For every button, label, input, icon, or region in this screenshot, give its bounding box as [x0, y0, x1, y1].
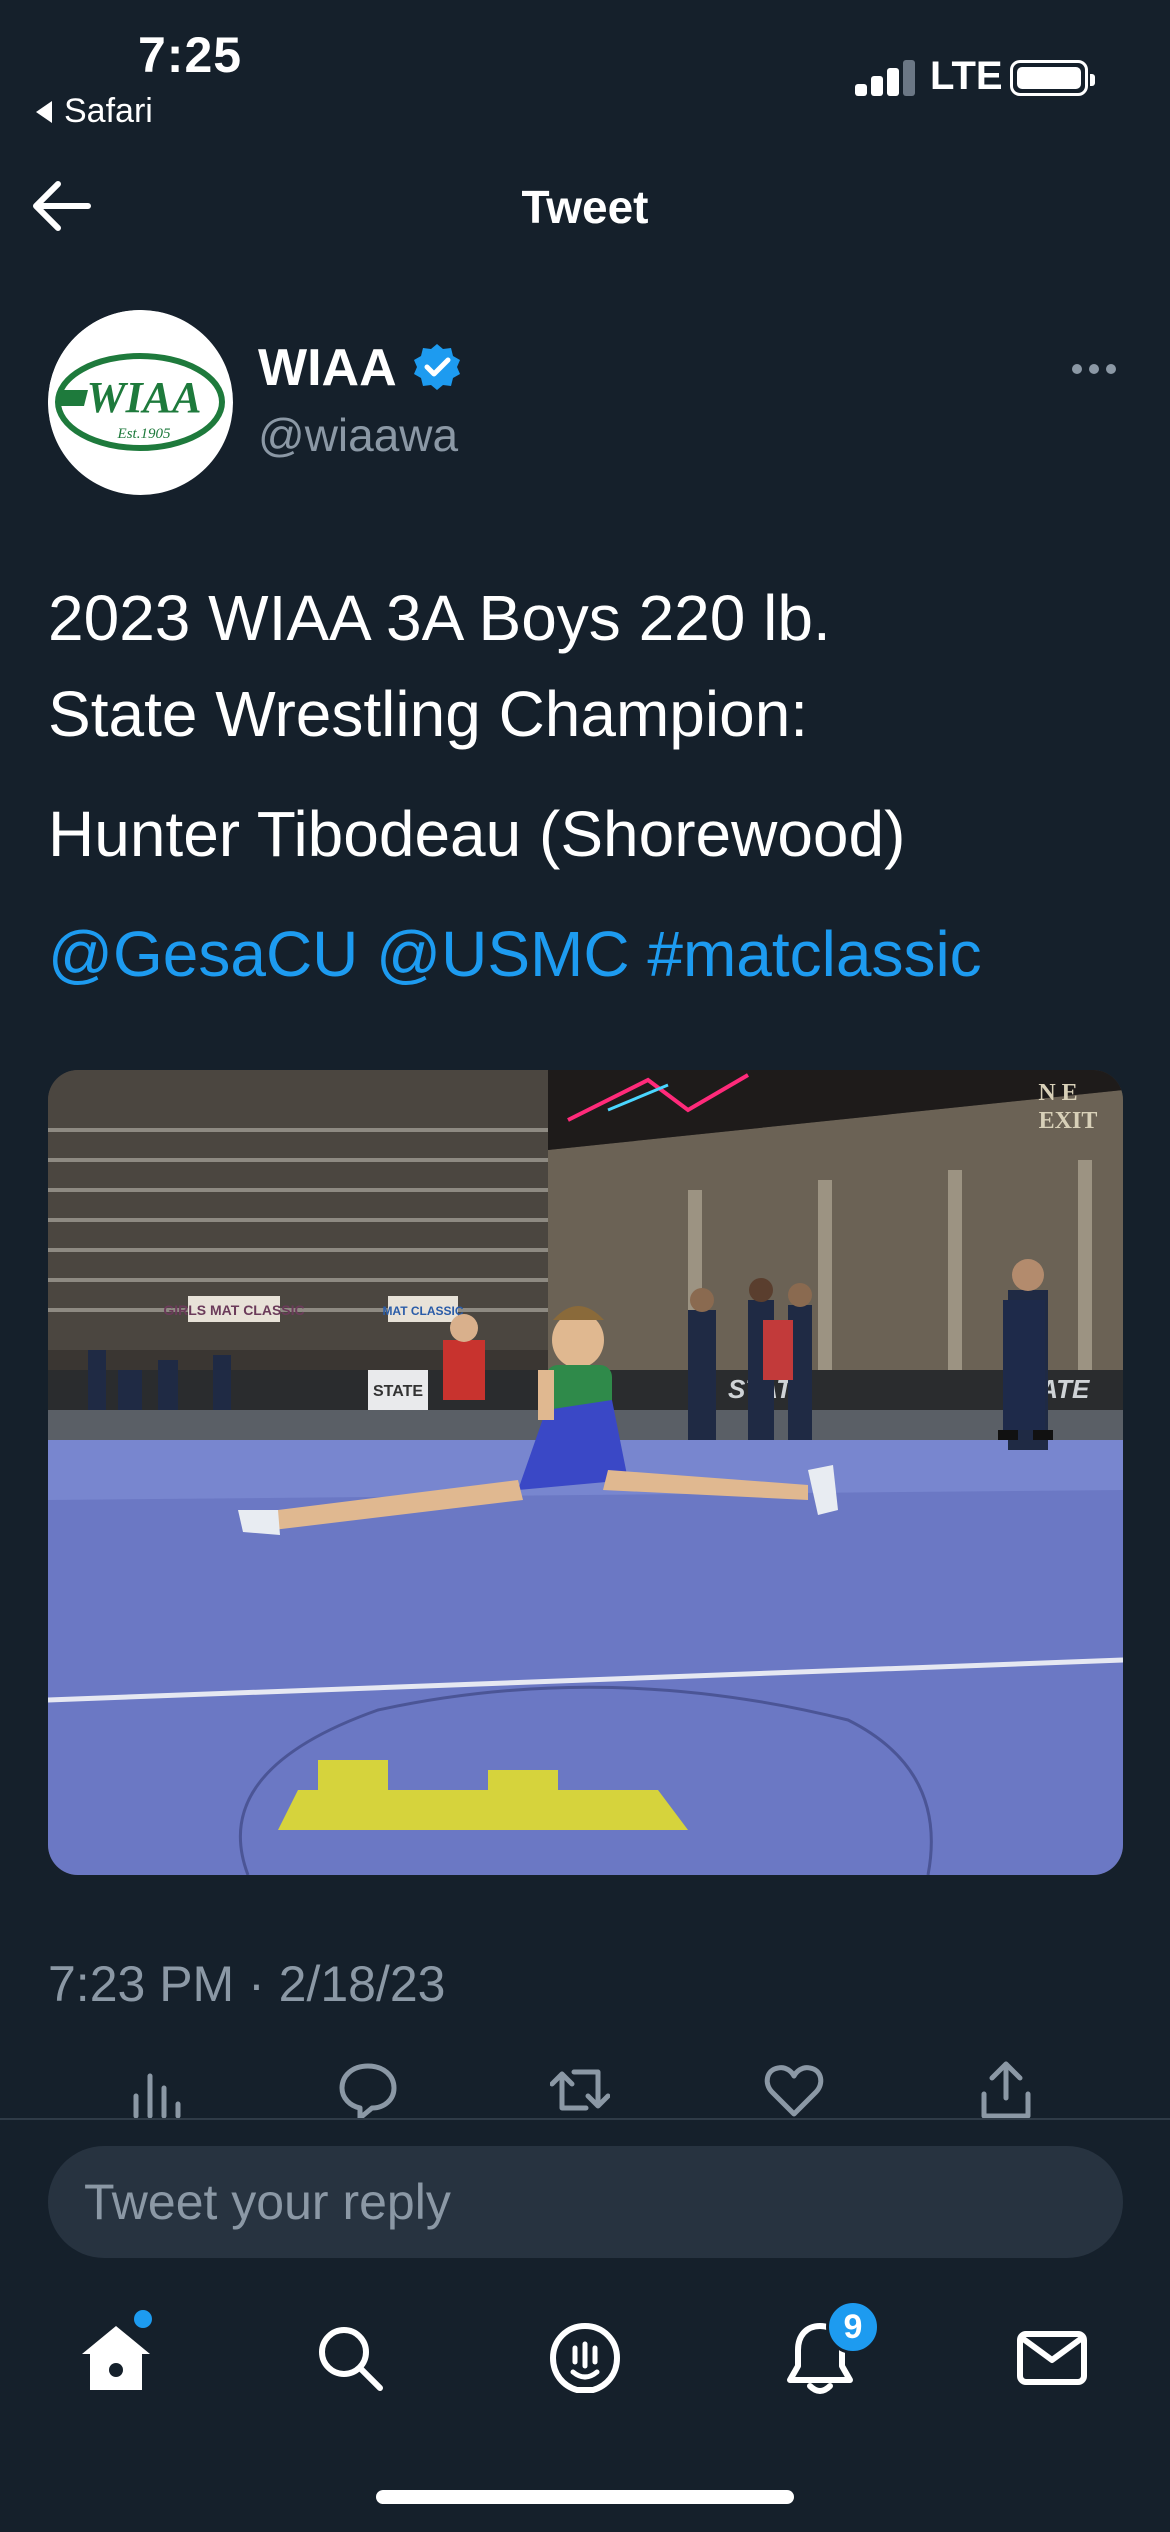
- svg-text:STATE: STATE: [373, 1383, 423, 1400]
- home-indicator[interactable]: [376, 2490, 794, 2504]
- tweet-links-line: @GesaCU @USMC #matclassic: [48, 906, 1128, 1002]
- back-app-label: Safari: [64, 92, 153, 130]
- mention-link[interactable]: @GesaCU: [48, 918, 358, 990]
- tweet-detail-screen: 7:25 Safari LTE Tweet WIAA Est.1905 WIAA…: [0, 0, 1170, 2532]
- network-type: LTE: [930, 54, 1003, 98]
- tweet-photo[interactable]: N E EXIT GIRLS MAT CLASSIC MAT CLASSIC S…: [48, 1070, 1123, 1875]
- tweet-text: 2023 WIAA 3A Boys 220 lb. State Wrestlin…: [48, 570, 1128, 1002]
- analytics-icon[interactable]: [126, 2060, 186, 2120]
- home-icon[interactable]: [76, 2318, 156, 2398]
- reply-icon[interactable]: [338, 2060, 398, 2120]
- tweet-text-line: 2023 WIAA 3A Boys 220 lb.: [48, 582, 831, 654]
- avatar-subtext: Est.1905: [117, 426, 171, 442]
- like-heart-icon[interactable]: [764, 2060, 824, 2120]
- tweet-timestamp: 7:23 PM · 2/18/23: [48, 1956, 446, 2012]
- svg-text:EXIT: EXIT: [1039, 1108, 1098, 1134]
- mention-link[interactable]: @USMC: [376, 918, 629, 990]
- wrestling-photo: N E EXIT GIRLS MAT CLASSIC MAT CLASSIC S…: [48, 1070, 1123, 1875]
- avatar[interactable]: WIAA Est.1905: [48, 310, 233, 495]
- tweet-text-line: State Wrestling Champion:: [48, 678, 809, 750]
- battery-icon: [1010, 60, 1095, 96]
- verified-badge-icon: [414, 344, 460, 390]
- tweet-text-line: Hunter Tibodeau (Shorewood): [48, 798, 906, 870]
- avatar-text: WIAA: [87, 373, 202, 422]
- svg-text:N E: N E: [1038, 1080, 1077, 1106]
- search-icon[interactable]: [310, 2318, 390, 2398]
- status-time: 7:25: [138, 27, 243, 83]
- page-title: Tweet: [521, 181, 649, 233]
- back-triangle-icon: [36, 100, 52, 123]
- retweet-icon[interactable]: [550, 2060, 610, 2120]
- back-to-safari[interactable]: Safari: [36, 92, 153, 131]
- notification-count-badge: 9: [826, 2300, 880, 2354]
- svg-text:MAT CLASSIC: MAT CLASSIC: [382, 1304, 463, 1318]
- svg-text:GIRLS MAT CLASSIC: GIRLS MAT CLASSIC: [163, 1302, 304, 1318]
- messages-mail-icon[interactable]: [1012, 2318, 1092, 2398]
- home-unread-dot: [134, 2310, 152, 2328]
- author-handle[interactable]: @wiaawa: [258, 408, 458, 462]
- share-icon[interactable]: [976, 2060, 1036, 2120]
- cellular-signal-icon: [855, 60, 915, 96]
- tweet-actions: [0, 2060, 1170, 2120]
- more-options-icon[interactable]: [1072, 364, 1116, 376]
- author-name[interactable]: WIAA: [258, 338, 397, 398]
- hashtag-link[interactable]: #matclassic: [647, 918, 981, 990]
- reply-input[interactable]: Tweet your reply: [48, 2146, 1123, 2258]
- wiaa-logo: WIAA Est.1905: [48, 310, 232, 494]
- spaces-icon[interactable]: [545, 2318, 625, 2398]
